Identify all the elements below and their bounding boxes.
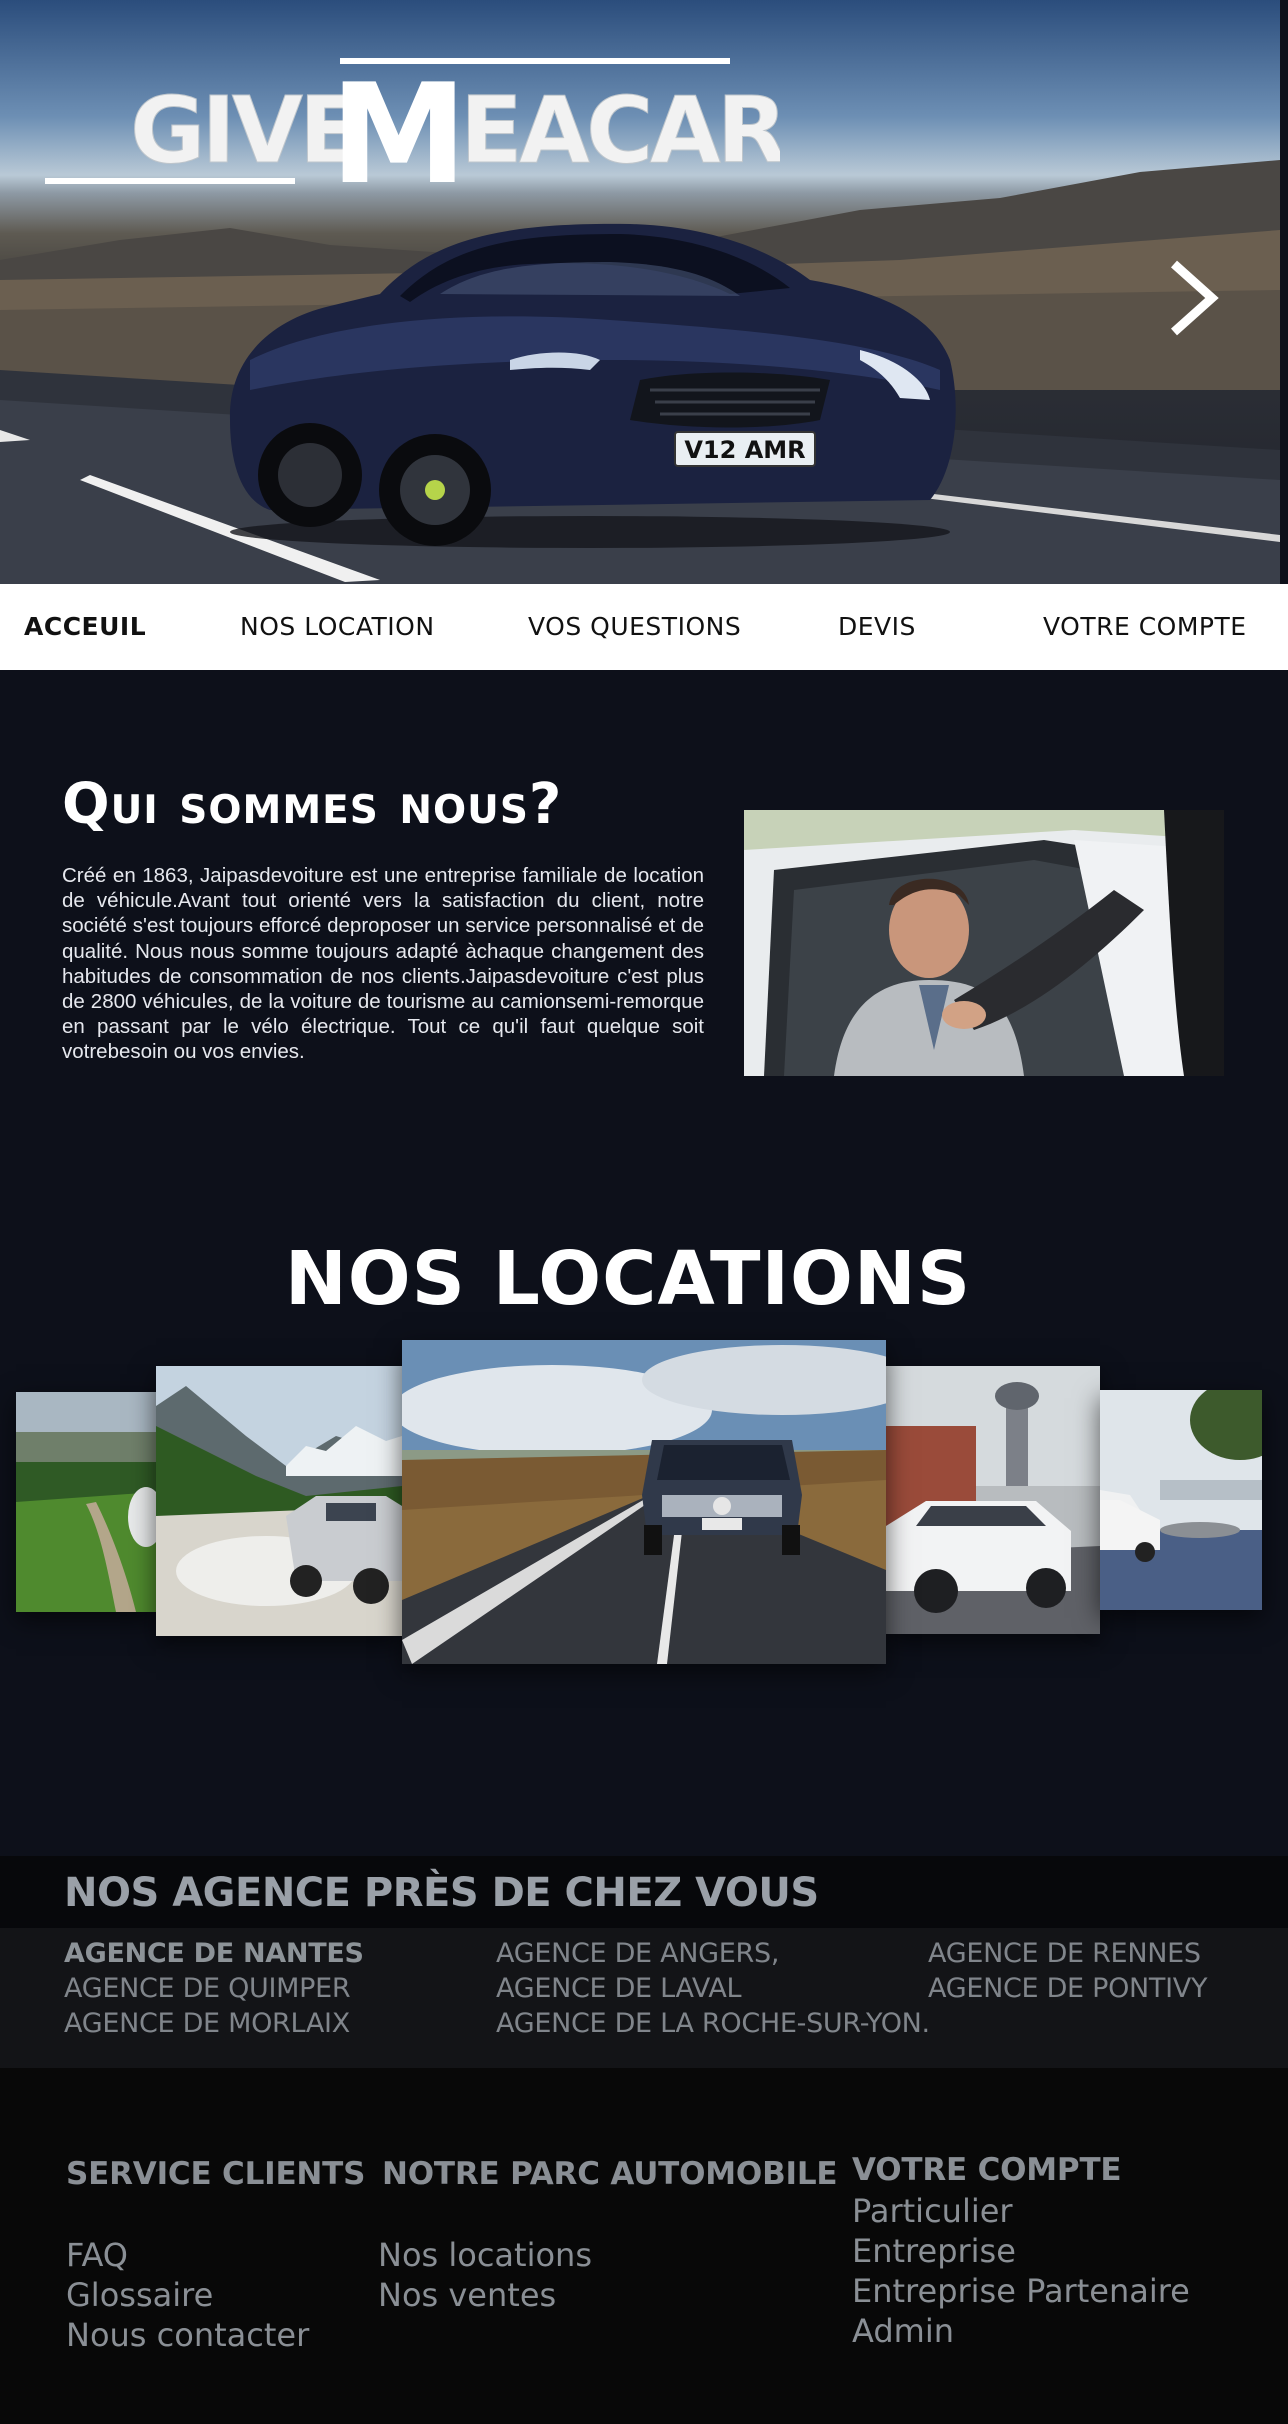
location-slide-4[interactable] — [886, 1366, 1100, 1634]
footer-link-nos-ventes[interactable]: Nos ventes — [378, 2276, 556, 2314]
svg-text:EACAR: EACAR — [460, 77, 780, 184]
agency-nantes[interactable]: AGENCE DE NANTES — [64, 1938, 364, 1969]
nav-item-vos-questions[interactable]: VOS QUESTIONS — [528, 612, 741, 641]
nav-item-votre-compte[interactable]: VOTRE COMPTE — [1043, 612, 1247, 641]
footer-link-admin[interactable]: Admin — [852, 2312, 954, 2350]
footer-link-nous-contacter[interactable]: Nous contacter — [66, 2316, 309, 2354]
nav-item-devis[interactable]: DEVIS — [838, 612, 916, 641]
location-slide-5[interactable] — [1100, 1390, 1262, 1610]
agency-quimper[interactable]: AGENCE DE QUIMPER — [64, 1973, 351, 2004]
nav-item-accueil[interactable]: ACCEUIL — [24, 612, 146, 641]
agencies-list: AGENCE DE NANTES AGENCE DE QUIMPER AGENC… — [0, 1928, 1288, 2068]
location-slide-2[interactable] — [156, 1366, 402, 1636]
svg-text:M: M — [330, 54, 463, 200]
agency-rennes[interactable]: AGENCE DE RENNES — [928, 1938, 1201, 1969]
footer-parc-title: NOTRE PARC AUTOMOBILE — [382, 2156, 838, 2192]
location-slide-1[interactable] — [16, 1392, 156, 1612]
footer-link-entreprise[interactable]: Entreprise — [852, 2232, 1016, 2270]
agencies-title: NOS AGENCE PRÈS DE CHEZ VOUS — [64, 1870, 819, 1916]
about-text: Créé en 1863, Jaipasdevoiture est une en… — [62, 864, 704, 1064]
footer-link-particulier[interactable]: Particulier — [852, 2192, 1013, 2230]
chevron-right-icon[interactable] — [1162, 258, 1222, 338]
nav-item-nos-location[interactable]: NOS LOCATION — [240, 612, 435, 641]
hero-banner: GIVE M EACAR V12 AMR — [0, 0, 1280, 584]
footer-link-glossaire[interactable]: Glossaire — [66, 2276, 213, 2314]
footer-service-title: SERVICE CLIENTS — [66, 2156, 366, 2192]
about-photo — [744, 810, 1224, 1076]
agency-laval[interactable]: AGENCE DE LAVAL — [496, 1973, 742, 2004]
agency-morlaix[interactable]: AGENCE DE MORLAIX — [64, 2008, 350, 2039]
svg-text:V12 AMR: V12 AMR — [684, 436, 805, 464]
footer: SERVICE CLIENTS FAQ Glossaire Nous conta… — [0, 2068, 1288, 2424]
footer-link-nos-locations[interactable]: Nos locations — [378, 2236, 592, 2274]
givemeacar-logo: GIVE M EACAR — [45, 54, 780, 200]
footer-link-entreprise-partenaire[interactable]: Entreprise Partenaire — [852, 2272, 1190, 2310]
footer-account-title: VOTRE COMPTE — [852, 2152, 1122, 2188]
main-navigation: ACCEUIL NOS LOCATION VOS QUESTIONS DEVIS… — [0, 584, 1288, 670]
footer-link-faq[interactable]: FAQ — [66, 2236, 128, 2274]
agency-angers[interactable]: AGENCE DE ANGERS, — [496, 1938, 779, 1969]
agency-pontivy[interactable]: AGENCE DE PONTIVY — [928, 1973, 1207, 2004]
locations-title: NOS LOCATIONS — [284, 1236, 972, 1322]
location-slide-3-active[interactable] — [402, 1340, 886, 1664]
agencies-header: NOS AGENCE PRÈS DE CHEZ VOUS — [0, 1856, 1288, 1928]
about-title: Qui sommes nous? — [62, 772, 563, 837]
agency-la-roche-sur-yon[interactable]: AGENCE DE LA ROCHE-SUR-YON. — [496, 2008, 930, 2039]
hero-car-image: V12 AMR — [229, 223, 956, 548]
svg-text:GIVE: GIVE — [130, 77, 358, 184]
